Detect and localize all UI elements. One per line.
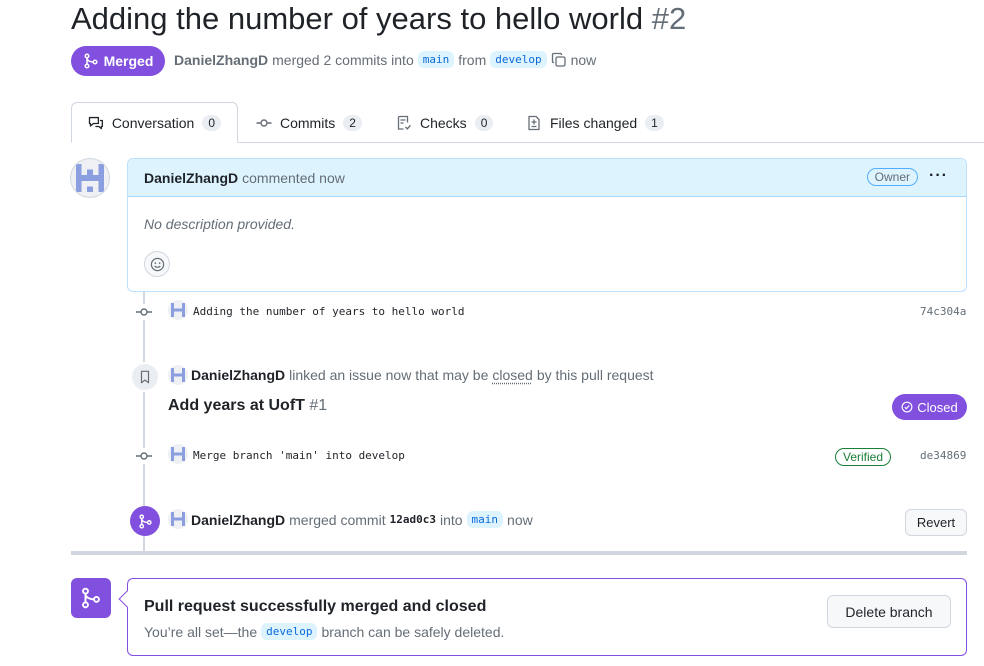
merge-commit-sha[interactable]: 12ad0c3	[390, 513, 436, 526]
merge-status-icon	[71, 578, 111, 618]
git-commit-icon	[136, 304, 152, 320]
merged-status-badge: Merged	[71, 46, 165, 76]
pr-title: Adding the number of years to hello worl…	[71, 1, 644, 36]
checklist-icon	[397, 115, 412, 130]
copy-icon[interactable]	[551, 52, 567, 68]
linked-issue-event: DanielZhangD linked an issue now that ma…	[191, 367, 654, 383]
tab-checks[interactable]: Checks 0	[380, 102, 509, 143]
card-caret	[118, 590, 136, 608]
comment-header: DanielZhangD commented now	[128, 159, 966, 197]
commit-sha-link[interactable]: de34869	[920, 449, 966, 462]
tab-label: Files changed	[550, 114, 638, 131]
commit-message-link[interactable]: Adding the number of years to hello worl…	[193, 305, 465, 318]
comment-body: No description provided.	[144, 216, 295, 232]
head-branch-label[interactable]: develop	[490, 51, 547, 68]
tab-files-changed[interactable]: Files changed 1	[510, 102, 680, 143]
merge-event-into: into	[439, 511, 463, 528]
issue-number: #1	[309, 397, 328, 414]
commit-message-link[interactable]: Merge branch 'main' into develop	[193, 449, 405, 462]
merge-icon	[84, 53, 98, 69]
pr-from-text: from	[458, 51, 487, 68]
issue-status-label: Closed	[917, 399, 958, 415]
event-author[interactable]: DanielZhangD	[191, 512, 285, 528]
linked-issue-link[interactable]: Add years at UofT #1	[168, 397, 327, 415]
event-author-avatar[interactable]	[168, 365, 188, 385]
merge-event-icon	[130, 506, 160, 536]
pr-description-comment: DanielZhangD commented now Owner ··· No …	[127, 158, 967, 292]
add-reaction-button[interactable]	[144, 251, 170, 277]
event-author[interactable]: DanielZhangD	[191, 367, 285, 383]
merge-event: DanielZhangD merged commit 12ad0c3 into …	[191, 511, 533, 528]
pr-meta-line: DanielZhangD merged 2 commits into main …	[174, 51, 596, 68]
issue-closed-badge: Closed	[892, 394, 967, 420]
tab-label: Conversation	[111, 114, 195, 131]
pr-time: now	[570, 51, 597, 68]
comment-author[interactable]: DanielZhangD	[144, 170, 238, 186]
event-text-post: by this pull request	[536, 367, 654, 383]
merge-status-card: Pull request successfully merged and clo…	[118, 578, 967, 656]
tab-count: 0	[474, 114, 494, 131]
comment-action: commented now	[242, 169, 345, 186]
git-commit-icon	[256, 118, 272, 127]
tab-count: 2	[343, 114, 362, 131]
merge-status-subtitle: You’re all set—the develop branch can be…	[144, 623, 504, 640]
commit-author-avatar[interactable]	[168, 300, 188, 320]
file-diff-icon	[528, 115, 540, 130]
merge-event-text: merged commit	[289, 511, 386, 528]
tab-conversation[interactable]: Conversation 0	[71, 102, 238, 143]
merge-target-branch[interactable]: main	[466, 511, 504, 528]
tab-label: Checks	[420, 114, 467, 131]
comment-author-avatar[interactable]	[70, 158, 110, 198]
timeline-end-divider	[71, 551, 967, 555]
merge-sub-post: branch can be safely deleted.	[321, 623, 505, 640]
kebab-menu-icon[interactable]: ···	[929, 167, 948, 185]
deletable-branch-label[interactable]: develop	[261, 623, 318, 640]
delete-branch-button[interactable]: Delete branch	[827, 595, 951, 628]
pr-author-link[interactable]: DanielZhangD	[174, 52, 268, 68]
event-closed-word: closed	[492, 367, 533, 383]
pr-merged-text: merged 2 commits into	[272, 51, 414, 68]
comment-discussion-icon	[88, 116, 103, 129]
smiley-icon	[150, 257, 164, 271]
tab-commits[interactable]: Commits 2	[240, 102, 378, 143]
owner-badge: Owner	[866, 168, 918, 186]
merge-sub-pre: You’re all set—the	[144, 623, 258, 640]
commit-sha-link[interactable]: 74c304a	[920, 305, 966, 318]
revert-button[interactable]: Revert	[905, 509, 967, 536]
git-commit-icon	[136, 448, 152, 464]
event-text-pre: linked an issue now that may be	[289, 367, 489, 383]
merge-status-title: Pull request successfully merged and clo…	[144, 598, 487, 615]
verified-badge[interactable]: Verified	[835, 448, 892, 466]
issue-title: Add years at UofT	[168, 397, 305, 414]
bookmark-icon	[130, 362, 160, 392]
tab-count: 1	[645, 114, 664, 131]
commit-author-avatar[interactable]	[168, 444, 188, 464]
tab-count: 0	[202, 114, 221, 131]
base-branch-label[interactable]: main	[417, 51, 455, 68]
merged-status-label: Merged	[103, 53, 154, 69]
merge-event-time: now	[507, 511, 533, 528]
page-title: Adding the number of years to hello worl…	[71, 0, 686, 38]
tab-label: Commits	[280, 114, 336, 131]
event-author-avatar[interactable]	[168, 509, 188, 529]
check-circle-icon	[901, 401, 913, 413]
pr-number: #2	[651, 1, 687, 36]
